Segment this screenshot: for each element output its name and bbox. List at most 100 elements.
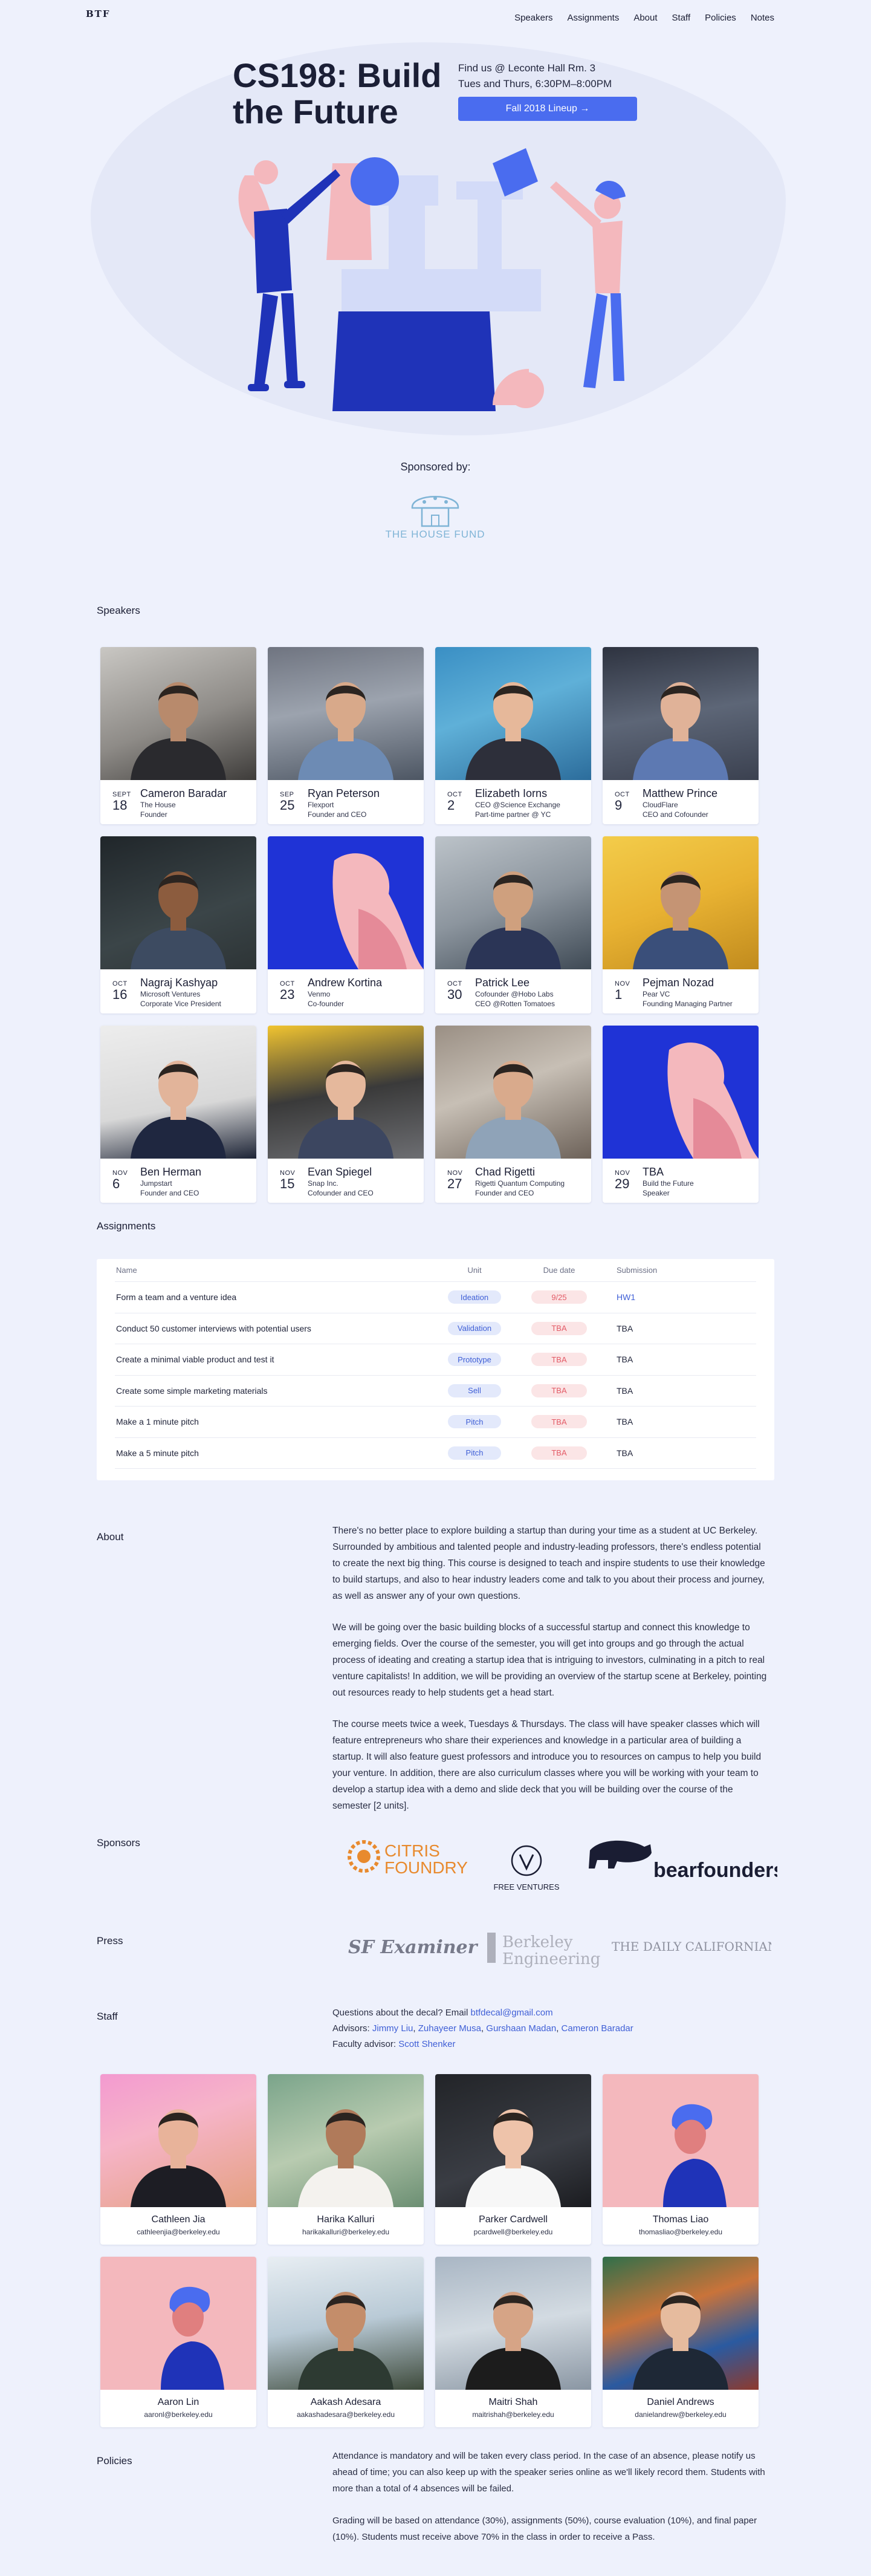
decal-email-link[interactable]: btfdecal@gmail.com (470, 2008, 552, 2018)
speaker-info: NOV 1 Pejman Nozad Pear VC Founding Managing… (603, 969, 759, 1013)
assignment-unit-cell: Pitch (435, 1446, 514, 1460)
speaker-card[interactable]: OCT 30 Patrick Lee Cofounder @Hobo Labs CEO … (435, 836, 591, 1013)
speaker-illustration (268, 836, 424, 969)
speaker-card[interactable]: NOV 1 Pejman Nozad Pear VC Founding Managing… (603, 836, 759, 1013)
policy-attendance: Attendance is mandatory and will be take… (332, 2451, 765, 2494)
speaker-card[interactable]: NOV 15 Evan Spiegel Snap Inc. Cofounder and … (268, 1026, 424, 1203)
speaker-card[interactable]: NOV 27 Chad Rigetti Rigetti Quantum Computi… (435, 1026, 591, 1203)
staff-card[interactable]: Aaron Lin aaronl@berkeley.edu (100, 2257, 256, 2427)
site-logo[interactable]: BTF (86, 10, 109, 30)
submission-link[interactable]: HW1 (604, 1292, 677, 1302)
nav-staff[interactable]: Staff (672, 13, 691, 23)
speaker-grid: SEPT 18 Cameron Baradar The House Founder SEP… (100, 647, 759, 1203)
nav-speakers[interactable]: Speakers (514, 13, 552, 23)
staff-email[interactable]: aakashadesara@berkeley.edu (268, 2410, 424, 2419)
assignment-name: Make a 5 minute pitch (116, 1448, 199, 1458)
advisor-link[interactable]: Jimmy Liu (372, 2023, 413, 2034)
table-row: Create a minimal viable product and test… (115, 1344, 756, 1376)
about-paragraph-2: We will be going over the basic building… (332, 1622, 767, 1698)
assignment-name: Create a minimal viable product and test… (116, 1355, 274, 1365)
due-date-badge: TBA (531, 1415, 587, 1429)
daily-californian-logo[interactable]: THE DAILY CALIFORNIAN (612, 1939, 771, 1954)
about-paragraph-3: The course meets twice a week, Tuesdays … (332, 1719, 762, 1811)
staff-card[interactable]: Maitri Shah maitrishah@berkeley.edu (435, 2257, 591, 2427)
speaker-name: Nagraj Kashyap (140, 977, 218, 989)
staff-email[interactable]: aaronl@berkeley.edu (100, 2410, 256, 2419)
assignment-name: Make a 1 minute pitch (116, 1417, 199, 1427)
staff-email[interactable]: maitrishah@berkeley.edu (435, 2410, 591, 2419)
speaker-org: Build the Future (643, 1179, 694, 1188)
speaker-card[interactable]: NOV 29 TBA Build the Future Speaker (603, 1026, 759, 1203)
advisor-link[interactable]: Cameron Baradar (562, 2023, 633, 2034)
speakers-heading: Speakers (97, 605, 140, 616)
staff-name: Daniel Andrews (647, 2397, 714, 2407)
speaker-card[interactable]: OCT 2 Elizabeth Iorns CEO @Science Exchange… (435, 647, 591, 824)
top-nav: Speakers Assignments About Staff Policie… (514, 13, 774, 23)
speaker-card[interactable]: OCT 9 Matthew Prince CloudFlare CEO and Cofo… (603, 647, 759, 824)
speaker-date: OCT 2 (447, 785, 475, 824)
staff-photo (268, 2257, 424, 2390)
staff-name: Harika Kalluri (317, 2214, 375, 2225)
staff-photo (435, 2257, 591, 2390)
sf-examiner-logo[interactable]: SF Examiner (348, 1937, 479, 1958)
staff-grid: Cathleen Jia cathleenjia@berkeley.edu Hari… (100, 2074, 759, 2427)
staff-card[interactable]: Cathleen Jia cathleenjia@berkeley.edu (100, 2074, 256, 2245)
speaker-role: Cofounder and CEO (308, 1189, 374, 1197)
staff-card[interactable]: Harika Kalluri harikakalluri@berkeley.edu (268, 2074, 424, 2245)
staff-email[interactable]: pcardwell@berkeley.edu (435, 2228, 591, 2236)
staff-photo (100, 2257, 256, 2390)
staff-email[interactable]: cathleenjia@berkeley.edu (100, 2228, 256, 2236)
staff-email[interactable]: harikakalluri@berkeley.edu (268, 2228, 424, 2236)
speaker-info: OCT 9 Matthew Prince CloudFlare CEO and Cofo… (603, 780, 759, 824)
portrait-figure (465, 2292, 561, 2390)
table-row: Form a team and a venture idea Ideation 9/… (115, 1282, 756, 1313)
staff-card[interactable]: Aakash Adesara aakashadesara@berkeley.edu (268, 2257, 424, 2427)
bearfounders-logo[interactable]: bearfounders (589, 1840, 777, 1882)
speaker-card[interactable]: OCT 16 Nagraj Kashyap Microsoft Ventures Cor… (100, 836, 256, 1013)
advisors-line: Advisors: Jimmy Liu, Zuhayeer Musa, Gurs… (332, 2023, 633, 2034)
berkeley-text[interactable]: Berkeley (502, 1933, 573, 1951)
speaker-photo (100, 1026, 256, 1159)
about-paragraph-1: There's no better place to explore build… (332, 1526, 765, 1601)
engineering-text[interactable]: Engineering (502, 1950, 600, 1968)
nav-assignments[interactable]: Assignments (567, 13, 619, 23)
speaker-photo (435, 836, 591, 969)
about-heading: About (97, 1531, 124, 1543)
speaker-info: SEPT 18 Cameron Baradar The House Founder (100, 780, 256, 824)
faculty-advisor-link[interactable]: Scott Shenker (398, 2039, 455, 2049)
staff-card[interactable]: Daniel Andrews danielandrew@berkeley.edu (603, 2257, 759, 2427)
nav-about[interactable]: About (633, 13, 657, 23)
speaker-org: Flexport (308, 801, 334, 809)
col-name-header: Name (116, 1266, 137, 1275)
advisor-link[interactable]: Gurshaan Madan (486, 2023, 556, 2034)
staff-heading: Staff (97, 2011, 118, 2022)
speaker-card[interactable]: SEPT 18 Cameron Baradar The House Founder (100, 647, 256, 824)
speaker-date: NOV 6 (112, 1163, 140, 1203)
speaker-date: NOV 29 (615, 1163, 643, 1203)
assignment-due-cell: TBA (514, 1415, 604, 1429)
speaker-card[interactable]: OCT 23 Andrew Kortina Venmo Co-founder (268, 836, 424, 1013)
staff-email[interactable]: thomasliao@berkeley.edu (603, 2228, 759, 2236)
staff-card[interactable]: Thomas Liao thomasliao@berkeley.edu (603, 2074, 759, 2245)
staff-card[interactable]: Parker Cardwell pcardwell@berkeley.edu (435, 2074, 591, 2245)
staff-email[interactable]: danielandrew@berkeley.edu (603, 2410, 759, 2419)
speaker-photo (268, 647, 424, 780)
free-ventures-logo[interactable]: FREE VENTURES (493, 1845, 560, 1891)
speaker-card[interactable]: SEP 25 Ryan Peterson Flexport Founder and CE… (268, 647, 424, 824)
speaker-day: 16 (112, 987, 128, 1002)
citris-foundry-logo[interactable]: CITRIS FOUNDRY (348, 1840, 468, 1877)
lineup-button[interactable]: Fall 2018 Lineup → (458, 97, 637, 121)
speaker-text: Pejman Nozad Pear VC Founding Managing Par… (643, 974, 733, 1013)
assignment-name: Form a team and a venture idea (116, 1292, 237, 1303)
staff-contact-info: Questions about the decal? Email btfdeca… (332, 2005, 633, 2052)
speaker-photo (268, 836, 424, 969)
speaker-card[interactable]: NOV 6 Ben Herman Jumpstart Founder and CEO (100, 1026, 256, 1203)
assignment-due-cell: TBA (514, 1321, 604, 1335)
speaker-role: CEO and Cofounder (643, 810, 708, 819)
nav-policies[interactable]: Policies (705, 13, 736, 23)
speaker-photo (603, 1026, 759, 1159)
nav-notes[interactable]: Notes (751, 13, 774, 23)
speaker-role: Founder and CEO (475, 1189, 534, 1197)
advisor-link[interactable]: Zuhayeer Musa (418, 2023, 481, 2034)
hero-illustration (238, 148, 626, 411)
